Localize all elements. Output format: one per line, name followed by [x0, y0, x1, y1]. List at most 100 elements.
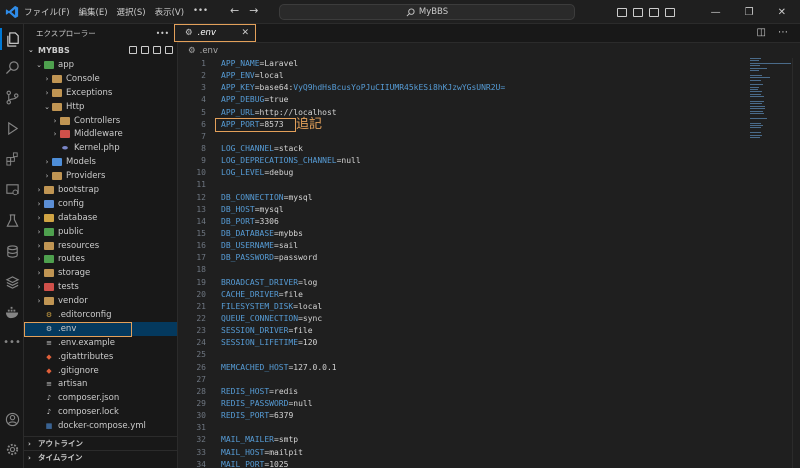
- database-icon[interactable]: [0, 240, 24, 262]
- tree-folder[interactable]: › routes: [24, 252, 177, 266]
- tree-folder[interactable]: › resources: [24, 239, 177, 253]
- code-editor[interactable]: 1 2 3 4 5 6 7 8 9 10 11 12 13 14 15 16 17 18 19 20 21 22 23 24 2…: [178, 58, 800, 468]
- new-folder-icon[interactable]: [141, 46, 149, 54]
- tree-file[interactable]: ◆ .gitignore: [24, 364, 177, 378]
- docker-icon[interactable]: [0, 301, 24, 323]
- tree-folder[interactable]: › Models: [24, 155, 177, 169]
- tree-file[interactable]: ▦ docker-compose.yml: [24, 419, 177, 433]
- more-actions-icon[interactable]: ⋯: [778, 27, 788, 38]
- tree-file[interactable]: ⚙ .env: [24, 321, 177, 336]
- tree-file[interactable]: ≡ .env.example: [24, 336, 177, 350]
- env-key: APP_ENV: [221, 71, 255, 81]
- timeline-title: タイムライン: [38, 453, 83, 462]
- env-value: 8573: [264, 119, 284, 129]
- folder-icon: [52, 158, 62, 167]
- env-key: MEMCACHED_HOST: [221, 362, 289, 372]
- env-value: mysql: [288, 192, 313, 202]
- tree-file[interactable]: ♪ composer.json: [24, 391, 177, 405]
- env-key: REDIS_HOST: [221, 386, 270, 396]
- env-value: 120: [302, 338, 318, 348]
- tree-item-label: Providers: [66, 171, 106, 182]
- tree-folder[interactable]: › Middleware: [24, 127, 177, 141]
- outline-title: アウトライン: [38, 439, 83, 448]
- minimap[interactable]: [750, 58, 792, 138]
- tree-item-label: Http: [66, 101, 85, 112]
- code-line: MAIL_MAILER=smtp: [221, 434, 505, 446]
- testing-icon[interactable]: [0, 209, 24, 231]
- tab-env[interactable]: ⚙ .env ✕: [174, 24, 256, 42]
- menu-file[interactable]: ファイル(F): [24, 6, 70, 18]
- tree-folder[interactable]: › vendor: [24, 294, 177, 308]
- source-control-icon[interactable]: [0, 86, 24, 108]
- env-key: REDIS_PORT: [221, 411, 270, 421]
- code-line: DB_DATABASE=mybbs: [221, 228, 505, 240]
- tree-item-label: Middleware: [74, 129, 123, 140]
- tree-folder[interactable]: › public: [24, 225, 177, 239]
- tree-file[interactable]: ♪ composer.lock: [24, 405, 177, 419]
- collapse-all-icon[interactable]: [165, 46, 173, 54]
- tree-folder[interactable]: › Console: [24, 72, 177, 86]
- split-editor-icon[interactable]: ◫: [757, 27, 766, 38]
- tree-file[interactable]: ◆ .gitattributes: [24, 350, 177, 364]
- tree-file[interactable]: ≡ artisan: [24, 377, 177, 391]
- outline-section[interactable]: › アウトライン: [24, 436, 178, 450]
- tree-folder[interactable]: › bootstrap: [24, 183, 177, 197]
- toggle-primary-sidebar-icon[interactable]: [616, 7, 627, 17]
- chevron-down-icon: ⌄: [44, 102, 50, 111]
- tree-folder[interactable]: › config: [24, 197, 177, 211]
- tree-folder[interactable]: › Providers: [24, 169, 177, 183]
- tree-folder[interactable]: › tests: [24, 280, 177, 294]
- line-number: 32: [196, 435, 206, 445]
- settings-gear-icon[interactable]: [0, 438, 24, 460]
- tree-item-label: .gitattributes: [58, 351, 114, 362]
- search-icon[interactable]: [0, 56, 24, 78]
- git-file-icon: ◆: [46, 352, 52, 361]
- run-debug-icon[interactable]: [0, 117, 24, 139]
- tree-folder[interactable]: › Controllers: [24, 114, 177, 128]
- customize-layout-icon[interactable]: [664, 7, 675, 17]
- code-line: FILESYSTEM_DISK=local: [221, 301, 505, 313]
- more-views-icon[interactable]: •••: [0, 331, 24, 353]
- toggle-secondary-sidebar-icon[interactable]: [648, 7, 659, 17]
- project-root[interactable]: ⌄ MYBBS: [24, 42, 177, 58]
- tree-folder[interactable]: › Exceptions: [24, 86, 177, 100]
- tree-file[interactable]: ⚙ .editorconfig: [24, 308, 177, 322]
- menu-view[interactable]: 表示(V): [155, 6, 184, 18]
- chevron-right-icon: ›: [37, 283, 41, 292]
- refresh-icon[interactable]: [153, 46, 161, 54]
- remote-explorer-icon[interactable]: [0, 178, 24, 200]
- back-arrow-icon[interactable]: ←: [230, 4, 239, 17]
- timeline-section[interactable]: › タイムライン: [24, 450, 178, 464]
- tree-folder[interactable]: ⌄ Http: [24, 100, 177, 114]
- new-file-icon[interactable]: [129, 46, 137, 54]
- chevron-down-icon: ⌄: [28, 46, 34, 54]
- explorer-icon[interactable]: [0, 28, 24, 50]
- account-icon[interactable]: [0, 408, 24, 430]
- menu-more[interactable]: •••: [193, 6, 208, 18]
- close-tab-icon[interactable]: ✕: [241, 28, 249, 38]
- extensions-icon[interactable]: [0, 147, 24, 169]
- menu-bar: ファイル(F) 編集(E) 選択(S) 表示(V) •••: [24, 6, 208, 18]
- menu-selection[interactable]: 選択(S): [117, 6, 146, 18]
- layers-icon[interactable]: [0, 271, 24, 293]
- tree-item-label: Controllers: [74, 115, 121, 126]
- close-window-icon[interactable]: ✕: [778, 7, 786, 18]
- minimap-line: [750, 67, 767, 69]
- minimap-line: [750, 132, 762, 134]
- breadcrumb[interactable]: ⚙ .env: [188, 44, 218, 58]
- command-center-search[interactable]: MyBBS: [279, 4, 575, 20]
- vertical-scrollbar[interactable]: [792, 58, 800, 468]
- tree-folder[interactable]: › storage: [24, 266, 177, 280]
- forward-arrow-icon[interactable]: →: [249, 4, 258, 17]
- restore-icon[interactable]: ❐: [745, 7, 754, 18]
- git-file-icon: ◆: [46, 366, 52, 375]
- menu-edit[interactable]: 編集(E): [79, 6, 108, 18]
- tree-file[interactable]: ⬬ Kernel.php: [24, 141, 177, 155]
- toggle-panel-icon[interactable]: [632, 7, 643, 17]
- env-value: mysql: [259, 204, 284, 214]
- minimize-icon[interactable]: —: [711, 7, 721, 18]
- tree-folder[interactable]: › database: [24, 211, 177, 225]
- explorer-more-icon[interactable]: •••: [156, 29, 169, 38]
- tree-folder[interactable]: ⌄ app: [24, 58, 177, 72]
